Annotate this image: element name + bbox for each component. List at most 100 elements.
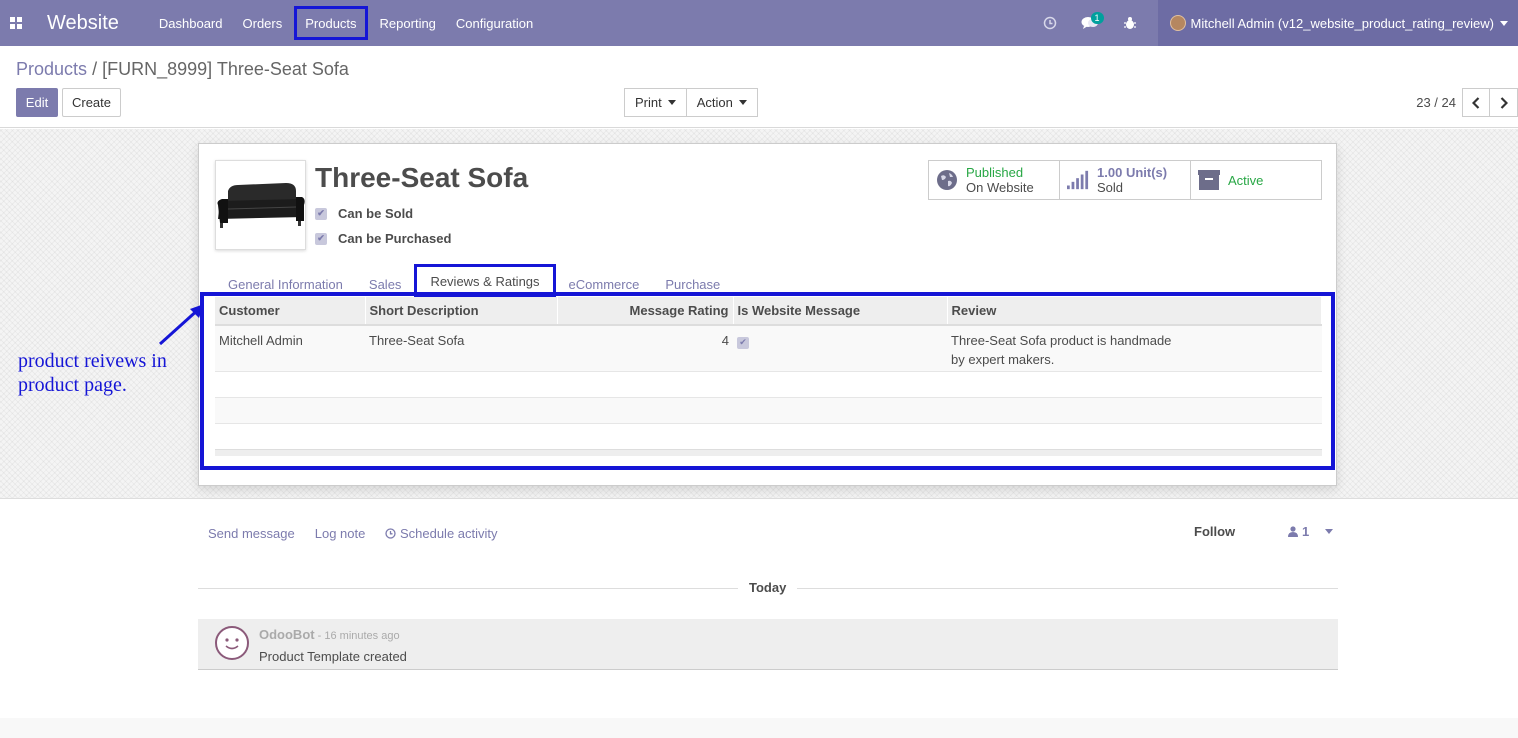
smiley-face-icon <box>225 638 239 650</box>
breadcrumb: Products / [FURN_8999] Three-Seat Sofa <box>16 59 349 80</box>
cell-message-rating: 4 <box>557 324 733 371</box>
message-body: Product Template created <box>259 649 407 664</box>
follow-button[interactable]: Follow <box>1194 524 1235 539</box>
published-label: Published <box>966 165 1024 180</box>
send-message-button[interactable]: Send message <box>208 526 295 541</box>
chevron-down-icon <box>738 100 747 105</box>
log-note-button[interactable]: Log note <box>315 526 366 541</box>
column-customer[interactable]: Customer <box>215 297 366 326</box>
active-toggle-button[interactable]: Active <box>1191 161 1321 199</box>
cell-customer: Mitchell Admin <box>215 324 365 371</box>
published-sub: On Website <box>966 180 1034 195</box>
product-image[interactable] <box>215 160 306 250</box>
column-short-description[interactable]: Short Description <box>365 297 558 326</box>
user-name: Mitchell Admin (v12_website_product_rati… <box>1190 15 1494 31</box>
sidebar-actions: Print Action <box>624 88 758 117</box>
chatter-message: OdooBot - 16 minutes ago Product Templat… <box>198 619 1338 670</box>
website-published-button[interactable]: Published On Website <box>929 161 1060 199</box>
user-menu[interactable]: Mitchell Admin (v12_website_product_rati… <box>1157 0 1518 46</box>
table-row[interactable]: Mitchell Admin Three-Seat Sofa 4 ✔ Three… <box>215 324 1322 371</box>
annotation-arrow-icon <box>158 304 204 346</box>
breadcrumb-products-link[interactable]: Products <box>16 59 87 79</box>
chatter-topbar: Send message Log note Schedule activity <box>208 526 538 541</box>
edit-button[interactable]: Edit <box>16 88 58 117</box>
sold-unit: Unit(s) <box>1125 165 1168 180</box>
print-label: Print <box>635 95 662 110</box>
table-row-empty <box>215 370 1322 397</box>
breadcrumb-separator: / <box>92 59 98 79</box>
bottom-strip <box>0 718 1518 738</box>
debug-bug-icon[interactable] <box>1110 0 1150 46</box>
create-button[interactable]: Create <box>62 88 121 117</box>
chevron-down-icon <box>1325 529 1334 534</box>
control-panel: Products / [FURN_8999] Three-Seat Sofa E… <box>0 46 1518 128</box>
action-label: Action <box>696 95 733 110</box>
table-row-empty <box>215 396 1322 423</box>
date-separator-label: Today <box>738 580 798 595</box>
menu-dashboard[interactable]: Dashboard <box>149 0 233 46</box>
app-title[interactable]: Website <box>47 12 119 35</box>
message-time: - 16 minutes ago <box>314 630 400 642</box>
can-be-sold-label: Can be Sold <box>338 206 414 221</box>
clock-icon <box>385 528 396 539</box>
activity-clock-icon[interactable] <box>1030 0 1070 46</box>
website-message-checkbox: ✔ <box>737 336 749 349</box>
action-dropdown[interactable]: Action <box>686 88 758 117</box>
pager: 23 / 24 <box>1416 88 1518 117</box>
archive-box-icon <box>1198 169 1220 191</box>
top-navbar: Website Dashboard Orders Products Report… <box>0 0 1518 46</box>
can-be-purchased-checkbox[interactable]: ✔ <box>315 232 327 245</box>
menu-products[interactable]: Products <box>294 6 368 40</box>
annotation-line-1: product reivews in <box>18 350 167 372</box>
apps-menu-icon[interactable] <box>0 0 32 46</box>
can-be-sold-row: ✔ Can be Sold <box>315 206 413 221</box>
schedule-activity-label: Schedule activity <box>399 526 498 541</box>
pager-value[interactable]: 23 / 24 <box>1416 95 1456 110</box>
signal-bars-icon <box>1067 169 1089 191</box>
reviews-table: Customer Short Description Message Ratin… <box>215 297 1322 456</box>
followers-count: 1 <box>1302 524 1310 539</box>
chevron-left-icon <box>1472 96 1480 109</box>
chevron-down-icon <box>1500 20 1508 26</box>
smart-buttons: Published On Website 1.00 Unit(s) Sold Act… <box>928 160 1322 200</box>
menu-reporting[interactable]: Reporting <box>370 0 446 46</box>
cell-review: Three-Seat Sofa product is handmade by ex… <box>947 324 1322 371</box>
can-be-purchased-row: ✔ Can be Purchased <box>315 231 451 246</box>
menu-orders[interactable]: Orders <box>233 0 293 46</box>
column-review[interactable]: Review <box>947 297 1322 326</box>
pager-next-button[interactable] <box>1490 88 1518 117</box>
breadcrumb-current: [FURN_8999] Three-Seat Sofa <box>102 59 349 79</box>
form-sheet: Three-Seat Sofa ✔ Can be Sold ✔ Can be P… <box>198 143 1337 486</box>
messaging-icon[interactable]: 1 <box>1070 0 1110 46</box>
message-author-name[interactable]: OdooBot <box>259 627 315 642</box>
followers-dropdown[interactable]: 1 <box>1288 524 1334 539</box>
message-author: OdooBot - 16 minutes ago <box>259 627 400 642</box>
product-name[interactable]: Three-Seat Sofa <box>315 162 528 194</box>
chevron-down-icon <box>667 100 676 105</box>
annotation-text: product reivews in product page. <box>18 349 167 397</box>
sold-button[interactable]: 1.00 Unit(s) Sold <box>1060 161 1191 199</box>
pager-previous-button[interactable] <box>1462 88 1490 117</box>
user-avatar <box>1169 15 1186 31</box>
schedule-activity-button[interactable]: Schedule activity <box>385 526 517 541</box>
cell-is-website-message: ✔ <box>733 324 947 371</box>
sofa-image-icon <box>217 183 305 228</box>
user-icon <box>1288 526 1298 537</box>
sold-value: 1.00 <box>1097 165 1123 180</box>
table-footer <box>215 448 1322 456</box>
column-message-rating[interactable]: Message Rating <box>557 297 734 326</box>
messages-badge: 1 <box>1090 12 1104 24</box>
review-line-2: by expert makers. <box>951 352 1055 367</box>
review-line-1: Three-Seat Sofa product is handmade <box>951 333 1172 348</box>
table-row-empty <box>215 422 1322 449</box>
print-dropdown[interactable]: Print <box>624 88 687 117</box>
odoobot-avatar[interactable] <box>215 626 249 660</box>
main-menu: Dashboard Orders Products Reporting Conf… <box>149 0 543 46</box>
chevron-right-icon <box>1500 96 1508 109</box>
sold-label: Sold <box>1097 180 1124 195</box>
can-be-sold-checkbox[interactable]: ✔ <box>315 207 327 220</box>
menu-configuration[interactable]: Configuration <box>446 0 543 46</box>
can-be-purchased-label: Can be Purchased <box>338 231 452 246</box>
column-is-website-message[interactable]: Is Website Message <box>733 297 948 326</box>
active-label: Active <box>1228 172 1264 188</box>
